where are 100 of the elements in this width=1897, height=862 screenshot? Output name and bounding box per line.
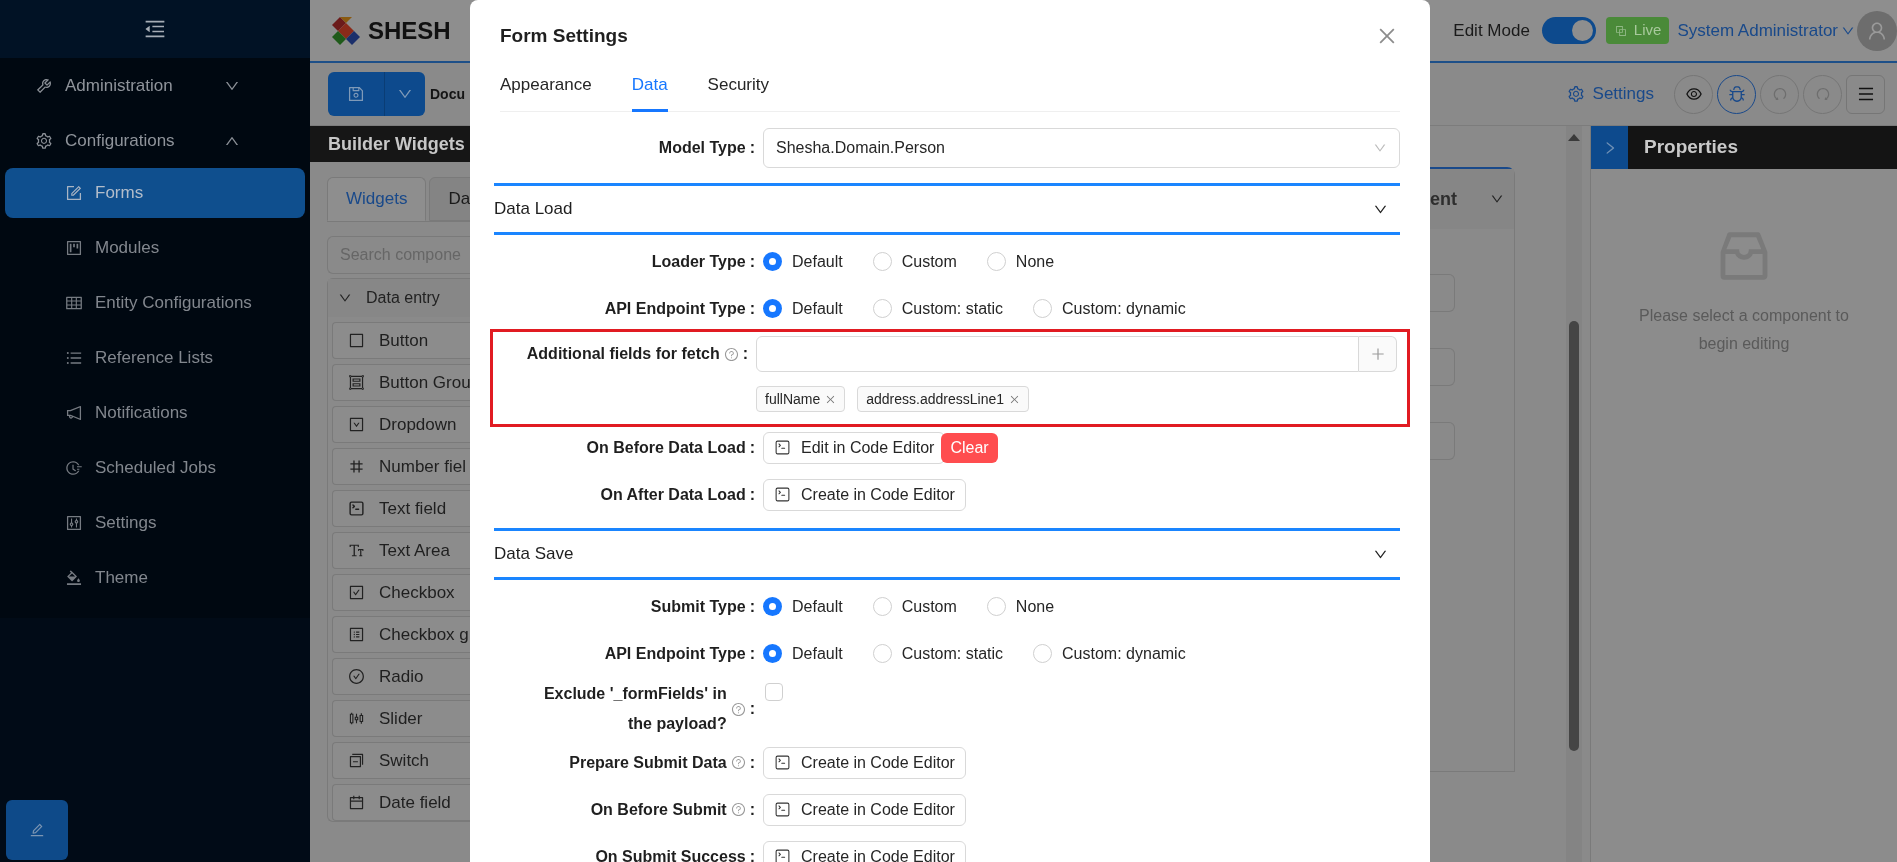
field-label: Exclude '_formFields' in the payload? bbox=[542, 684, 727, 734]
sidebar-item[interactable]: Reference Lists bbox=[5, 333, 305, 383]
radio-option[interactable]: Default bbox=[763, 594, 843, 619]
code-editor-button[interactable]: Create in Code Editor bbox=[763, 478, 966, 511]
section-header[interactable]: Data Save bbox=[494, 528, 1400, 580]
widget-item[interactable]: Checkbox bbox=[332, 574, 470, 611]
radio-button[interactable] bbox=[872, 299, 892, 318]
widget-item[interactable]: Text Area bbox=[332, 532, 470, 569]
dialog-tab[interactable]: Security bbox=[707, 71, 770, 112]
radio-option[interactable]: Custom: static bbox=[872, 641, 1004, 666]
label-colon: : bbox=[749, 846, 755, 862]
live-label: Live bbox=[1633, 20, 1662, 41]
code-editor-button[interactable]: Create in Code Editor bbox=[763, 840, 966, 862]
widget-item[interactable]: Checkbox g bbox=[332, 616, 470, 653]
label-colon: : bbox=[749, 298, 755, 319]
widget-item[interactable]: Dropdown bbox=[332, 406, 470, 443]
dialog-tab[interactable]: Data bbox=[631, 71, 668, 112]
code-editor-button[interactable]: Create in Code Editor bbox=[763, 793, 966, 826]
radio-option[interactable]: Custom: dynamic bbox=[1033, 296, 1186, 321]
widget-label: Checkbox bbox=[379, 581, 455, 604]
radio-button[interactable] bbox=[763, 252, 782, 271]
save-button[interactable] bbox=[328, 72, 385, 116]
close-icon[interactable] bbox=[825, 393, 837, 405]
radio-button[interactable] bbox=[872, 644, 892, 663]
table-icon bbox=[65, 294, 83, 312]
sidebar-item[interactable]: Theme bbox=[5, 553, 305, 603]
radio-button[interactable] bbox=[986, 252, 1006, 271]
widget-item[interactable]: Slider bbox=[332, 700, 470, 737]
radio-option[interactable]: None bbox=[986, 249, 1055, 274]
widget-item[interactable]: Date field bbox=[332, 784, 470, 821]
section-title: Data Save bbox=[494, 543, 574, 566]
widget-item[interactable]: Button Grou bbox=[332, 364, 470, 401]
group-label: Data entry bbox=[366, 288, 440, 308]
radio-option[interactable]: None bbox=[986, 594, 1055, 619]
logo-icon bbox=[332, 14, 360, 47]
input-field[interactable] bbox=[756, 336, 1359, 372]
sidebar-group-label: Administration bbox=[65, 74, 174, 97]
model-type-select[interactable]: Shesha.Domain.Person bbox=[763, 128, 1400, 169]
sidebar-item[interactable]: Entity Configurations bbox=[5, 278, 305, 328]
radio-label: Default bbox=[792, 298, 843, 319]
widget-item[interactable]: Radio bbox=[332, 658, 470, 695]
save-icon bbox=[347, 85, 365, 103]
radio-button[interactable] bbox=[872, 597, 892, 616]
clear-button[interactable]: Clear bbox=[941, 432, 998, 463]
terminal-icon bbox=[774, 801, 791, 818]
edit-mode-toggle[interactable] bbox=[1541, 17, 1596, 44]
radio-option[interactable]: Custom bbox=[872, 594, 957, 619]
sidebar-item[interactable]: Modules bbox=[5, 223, 305, 273]
add-button[interactable] bbox=[1359, 336, 1397, 372]
help-icon[interactable] bbox=[723, 346, 739, 362]
copy-icon bbox=[1613, 23, 1628, 38]
sidebar-item-label: Settings bbox=[95, 512, 157, 535]
edit-mode-label: Edit Mode bbox=[1453, 19, 1530, 42]
panel-title: Properties bbox=[1644, 135, 1738, 160]
radio-button[interactable] bbox=[1033, 299, 1053, 318]
list-icon bbox=[65, 349, 83, 367]
save-dropdown-button[interactable] bbox=[385, 72, 425, 116]
panel-tab[interactable]: Da bbox=[429, 177, 470, 221]
close-icon[interactable] bbox=[1009, 393, 1020, 405]
sidebar-item[interactable]: Scheduled Jobs bbox=[5, 443, 305, 493]
radio-label: None bbox=[1015, 596, 1055, 617]
field-label: Additional fields for fetch bbox=[526, 344, 720, 364]
dialog-title: Form Settings bbox=[500, 23, 628, 48]
sidebar-group[interactable]: Configurations bbox=[0, 113, 310, 168]
field-label: API Endpoint Type bbox=[604, 643, 746, 664]
section-header[interactable]: Data Load bbox=[494, 183, 1400, 235]
code-editor-button[interactable]: Create in Code Editor bbox=[763, 746, 966, 779]
button-group-icon bbox=[348, 374, 365, 391]
radio-button[interactable] bbox=[872, 252, 892, 271]
sidebar-item[interactable]: Forms bbox=[5, 168, 305, 218]
dialog-tab[interactable]: Appearance bbox=[500, 71, 592, 112]
field-label: Loader Type bbox=[651, 251, 746, 272]
radio-button[interactable] bbox=[1033, 644, 1053, 663]
radio-button[interactable] bbox=[763, 597, 782, 616]
radio-button[interactable] bbox=[986, 597, 1006, 616]
radio-option[interactable]: Custom: dynamic bbox=[1033, 641, 1186, 666]
widget-item[interactable]: Button bbox=[332, 322, 470, 359]
menu-button[interactable] bbox=[1846, 74, 1885, 114]
radio-option[interactable]: Custom bbox=[872, 249, 957, 274]
sidebar-item[interactable]: Notifications bbox=[5, 388, 305, 438]
select-value: Shesha.Domain.Person bbox=[776, 138, 945, 159]
radio-option[interactable]: Default bbox=[763, 249, 843, 274]
widget-item[interactable]: Text field bbox=[332, 490, 470, 527]
widget-label: Radio bbox=[379, 665, 424, 688]
radio-option[interactable]: Default bbox=[763, 641, 843, 666]
avatar[interactable] bbox=[1857, 10, 1897, 51]
help-icon[interactable] bbox=[730, 701, 746, 717]
sidebar-group[interactable]: Administration bbox=[0, 58, 310, 113]
radio-button[interactable] bbox=[763, 299, 782, 318]
widget-item[interactable]: Number fiel bbox=[332, 448, 470, 485]
widget-item[interactable]: Switch bbox=[332, 742, 470, 779]
radio-option[interactable]: Default bbox=[763, 296, 843, 321]
checkbox[interactable] bbox=[765, 683, 783, 701]
radio-option[interactable]: Custom: static bbox=[872, 296, 1004, 321]
sidebar-item[interactable]: Settings bbox=[5, 498, 305, 548]
terminal-icon bbox=[774, 439, 791, 456]
radio-button[interactable] bbox=[763, 644, 782, 663]
help-icon[interactable] bbox=[730, 802, 746, 817]
help-icon[interactable] bbox=[730, 755, 746, 770]
sidebar-item-label: Entity Configurations bbox=[95, 292, 252, 315]
